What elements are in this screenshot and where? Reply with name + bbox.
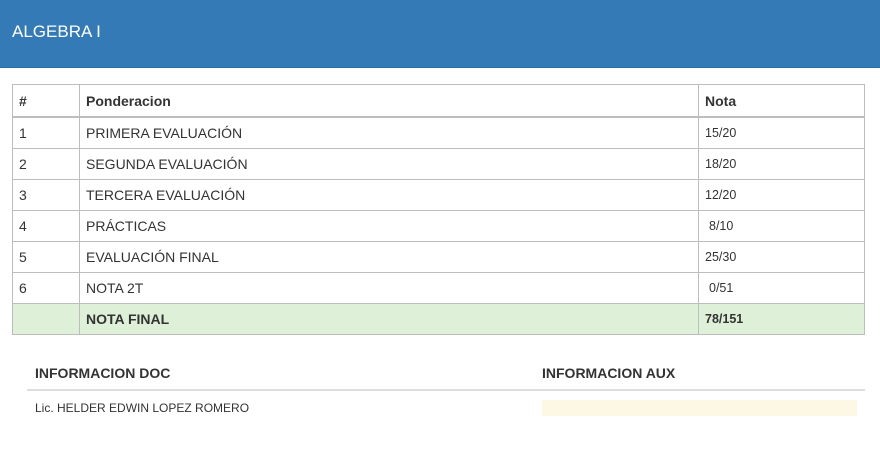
course-header: ALGEBRA I (0, 0, 880, 68)
row-label: TERCERA EVALUACIÓN (79, 179, 699, 211)
row-grade: 15/20 (698, 116, 865, 149)
row-grade: 8/10 (698, 210, 865, 242)
column-header-grade: Nota (698, 84, 865, 118)
table-header-row: # Ponderacion Nota (12, 84, 865, 118)
total-label: NOTA FINAL (79, 303, 699, 335)
info-doc-heading: INFORMACION DOC (35, 365, 171, 381)
row-number: 6 (12, 272, 80, 304)
table-row: 4 PRÁCTICAS 8/10 (12, 210, 865, 242)
row-number: 4 (12, 210, 80, 242)
row-grade: 0/51 (698, 272, 865, 304)
row-label: PRÁCTICAS (79, 210, 699, 242)
row-label: PRIMERA EVALUACIÓN (79, 116, 699, 149)
table-row: 2 SEGUNDA EVALUACIÓN 18/20 (12, 148, 865, 180)
column-header-weight: Ponderacion (79, 84, 699, 118)
total-number (12, 303, 80, 335)
row-label: SEGUNDA EVALUACIÓN (79, 148, 699, 180)
table-row: 3 TERCERA EVALUACIÓN 12/20 (12, 179, 865, 211)
course-title: ALGEBRA I (12, 22, 101, 41)
row-number: 3 (12, 179, 80, 211)
aux-info-value (542, 400, 857, 416)
row-number: 5 (12, 241, 80, 273)
row-number: 2 (12, 148, 80, 180)
grades-table: # Ponderacion Nota 1 PRIMERA EVALUACIÓN … (12, 84, 865, 335)
column-header-number: # (12, 84, 80, 118)
row-number: 1 (12, 116, 80, 149)
table-row: 5 EVALUACIÓN FINAL 25/30 (12, 241, 865, 273)
teacher-name: Lic. HELDER EDWIN LOPEZ ROMERO (35, 401, 250, 415)
row-label: EVALUACIÓN FINAL (79, 241, 699, 273)
row-grade: 12/20 (698, 179, 865, 211)
info-header-row: INFORMACION DOC INFORMACION AUX (27, 362, 865, 391)
row-grade: 25/30 (698, 241, 865, 273)
row-grade: 18/20 (698, 148, 865, 180)
total-grade: 78/151 (698, 303, 865, 335)
table-row: 1 PRIMERA EVALUACIÓN 15/20 (12, 116, 865, 149)
info-aux-heading: INFORMACION AUX (542, 365, 676, 381)
total-row: NOTA FINAL 78/151 (12, 303, 865, 335)
table-row: 6 NOTA 2T 0/51 (12, 272, 865, 304)
row-label: NOTA 2T (79, 272, 699, 304)
